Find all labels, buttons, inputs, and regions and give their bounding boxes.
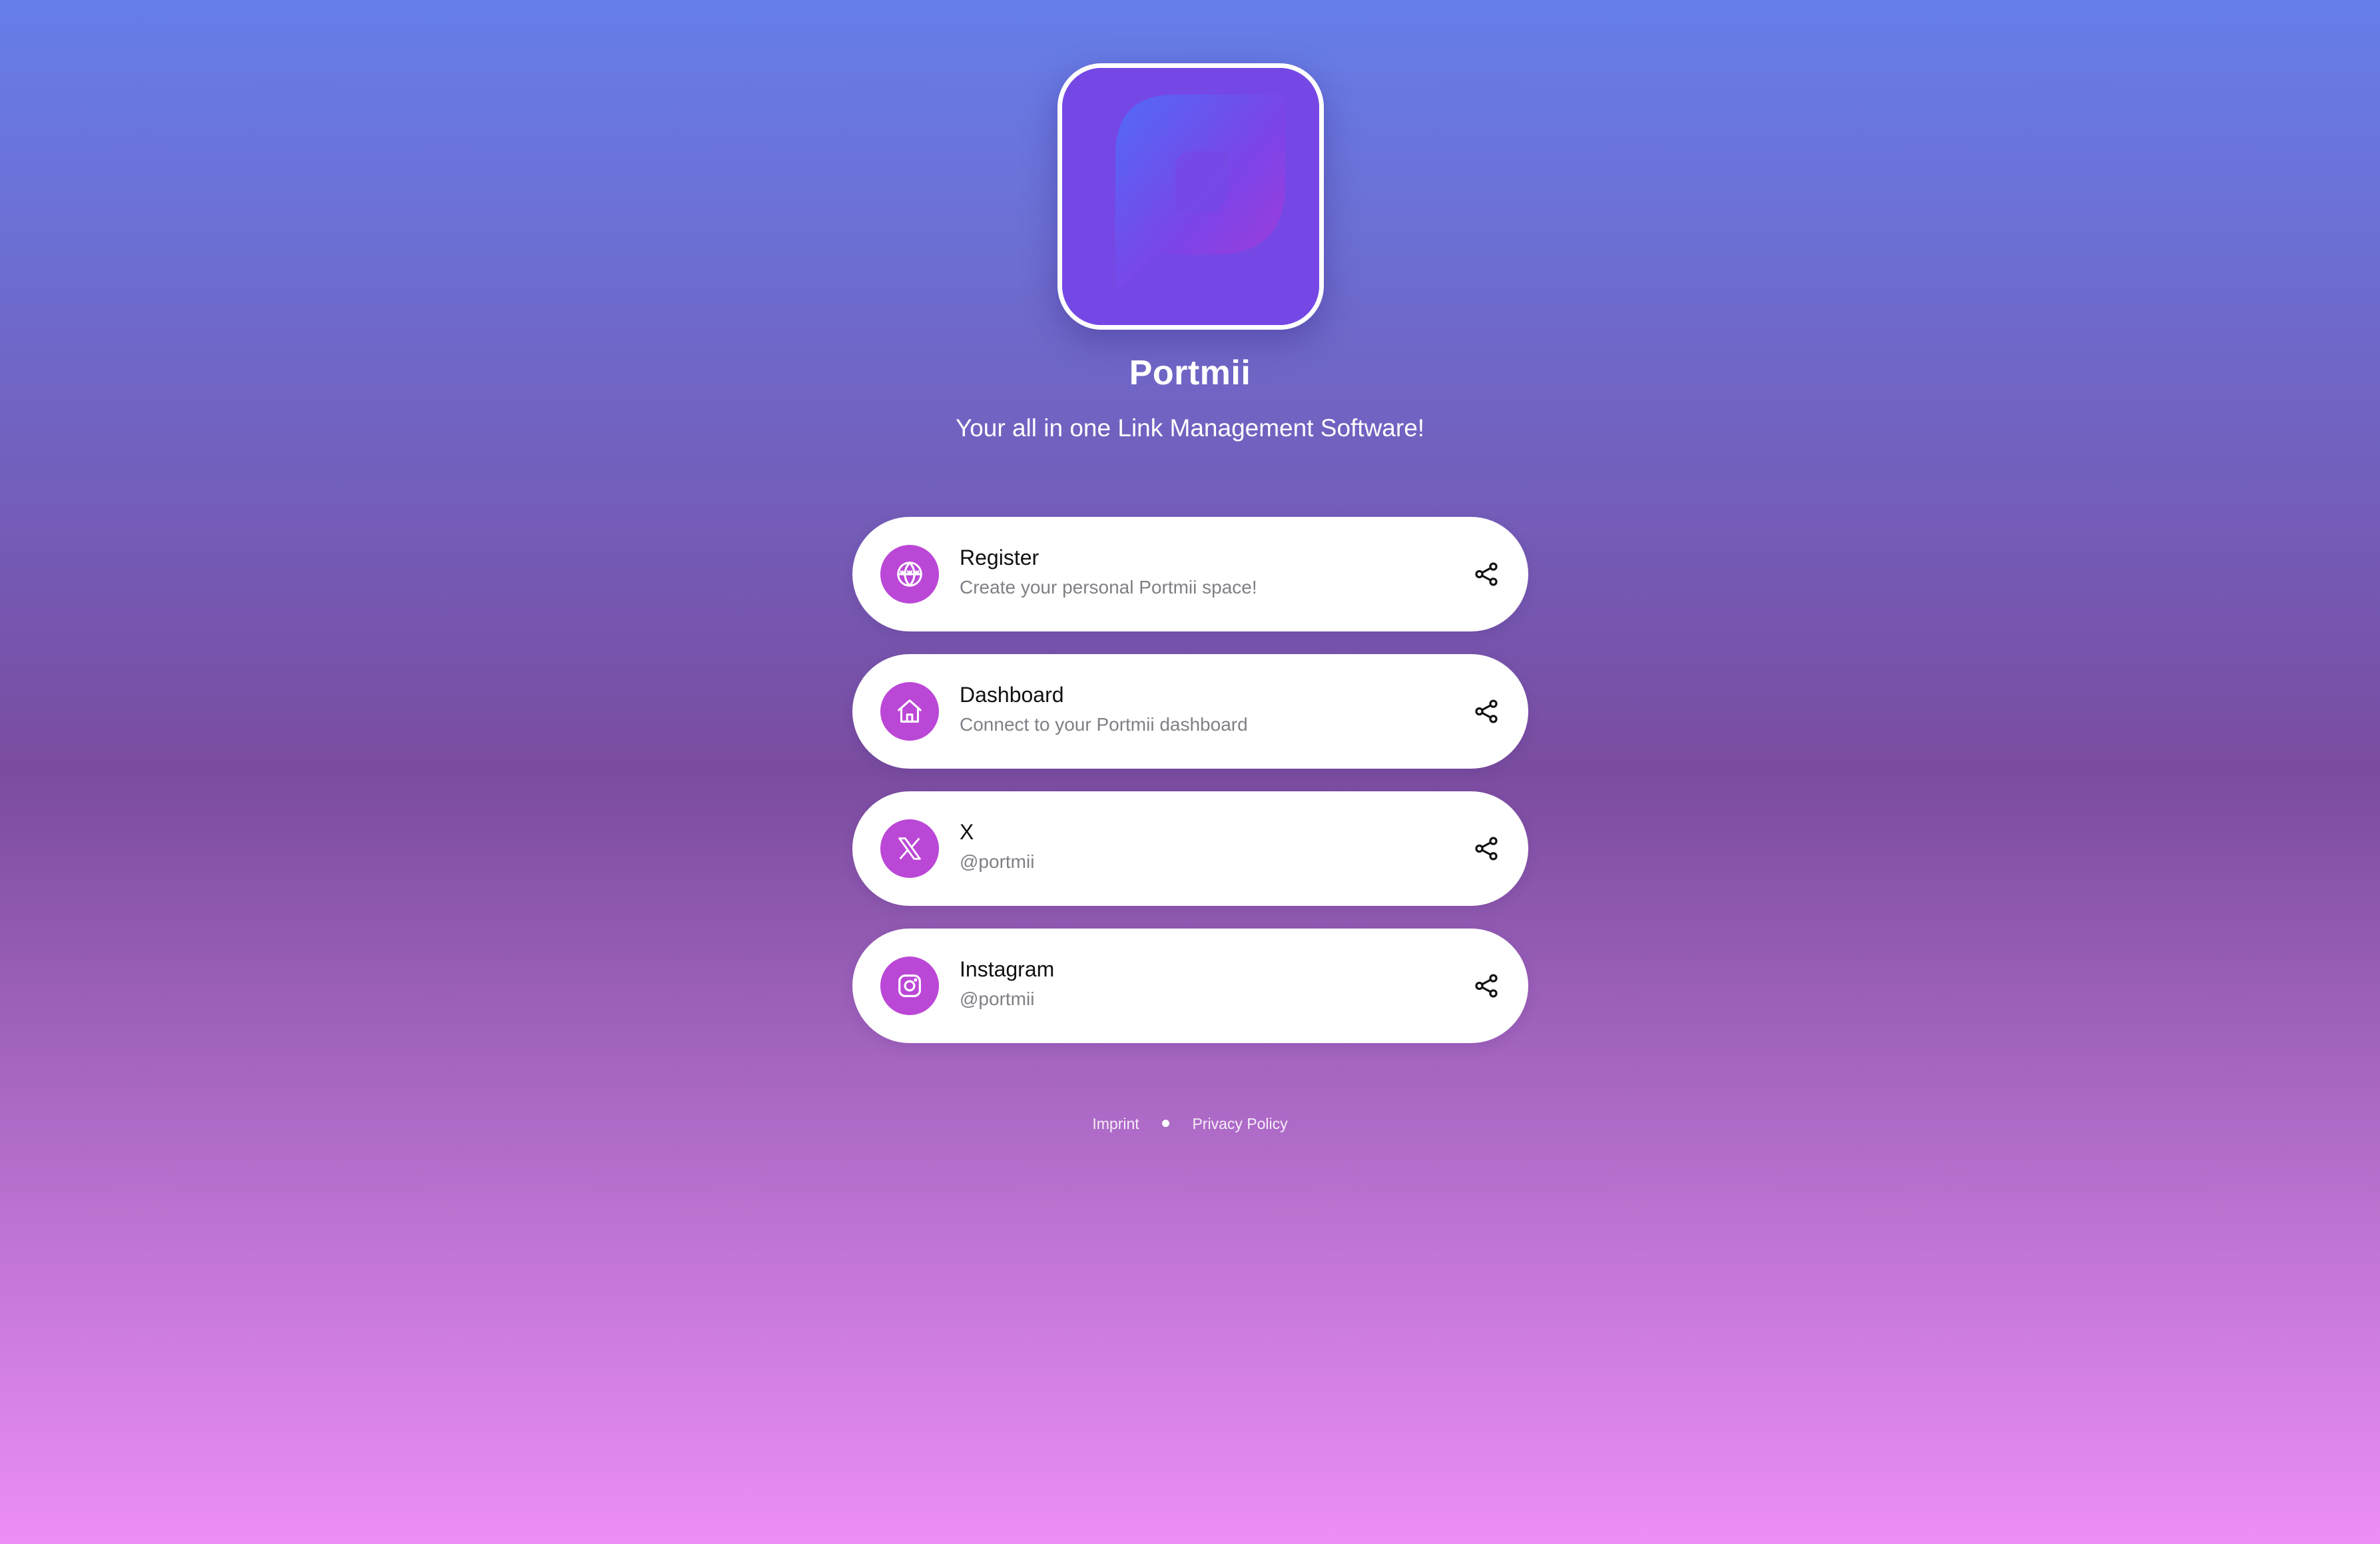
link-subtitle: @portmii <box>960 851 1035 872</box>
link-subtitle: @portmii <box>960 988 1035 1009</box>
link-title: Instagram <box>960 957 1055 981</box>
link-title: Register <box>960 546 1040 570</box>
link-card-register[interactable]: Register Create your personal Portmii sp… <box>852 517 1528 631</box>
footer-separator <box>1162 1120 1170 1128</box>
share-icon[interactable] <box>1470 832 1503 865</box>
privacy-policy-link[interactable]: Privacy Policy <box>1192 1115 1287 1132</box>
home-icon <box>880 682 939 741</box>
link-subtitle: Connect to your Portmii dashboard <box>960 714 1248 735</box>
link-title: Dashboard <box>960 683 1064 707</box>
footer: Imprint Privacy Policy <box>0 1115 2380 1133</box>
x-icon <box>880 819 939 878</box>
www-globe-icon <box>880 545 939 603</box>
imprint-link[interactable]: Imprint <box>1092 1115 1139 1132</box>
profile-name: Portmii <box>1129 354 1251 392</box>
share-icon[interactable] <box>1470 695 1503 728</box>
link-title: X <box>960 820 974 844</box>
share-icon[interactable] <box>1470 558 1503 591</box>
link-subtitle: Create your personal Portmii space! <box>960 577 1257 597</box>
link-card-dashboard[interactable]: Dashboard Connect to your Portmii dashbo… <box>852 654 1528 769</box>
share-icon[interactable] <box>1470 969 1503 1002</box>
portmii-logo-icon <box>1062 68 1319 325</box>
profile-logo <box>1057 63 1324 330</box>
link-page: Portmii Your all in one Link Management … <box>0 0 2380 1544</box>
instagram-icon <box>880 957 939 1015</box>
link-card-instagram[interactable]: Instagram @portmii <box>852 929 1528 1043</box>
profile-bio: Your all in one Link Management Software… <box>955 414 1425 442</box>
link-card-x[interactable]: X @portmii <box>852 791 1528 906</box>
